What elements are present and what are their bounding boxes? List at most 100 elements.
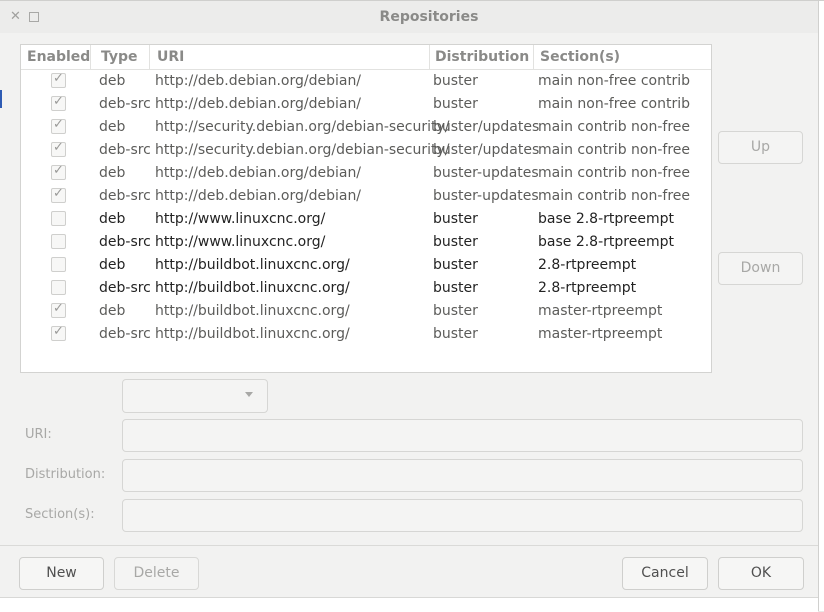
cell-uri: http://www.linuxcnc.org/	[155, 211, 326, 227]
type-combo[interactable]	[122, 379, 268, 413]
repository-list[interactable]: Enabled Type URI Distribution Section(s)…	[20, 44, 712, 373]
cell-type: deb	[99, 73, 126, 89]
table-row[interactable]: ✓ deb http://buildbot.linuxcnc.org/buster m…	[21, 300, 711, 323]
repositories-dialog: ✕ Repositories Enabled Type URI Distribu…	[0, 0, 824, 612]
cell-type: deb-src	[99, 234, 151, 250]
cell-uri: http://deb.debian.org/debian/	[155, 96, 362, 112]
enabled-checkbox[interactable]: ✓	[51, 117, 66, 134]
cell-uri: http://www.linuxcnc.org/	[155, 234, 326, 250]
cell-type: deb	[99, 257, 126, 273]
cell-distribution: buster	[433, 326, 478, 342]
cell-sections: 2.8-rtpreempt	[538, 257, 637, 273]
enabled-checkbox[interactable]: ✓	[51, 324, 66, 341]
enabled-checkbox[interactable]: ✓	[51, 71, 66, 88]
cell-type: deb-src	[99, 142, 151, 158]
cell-sections: base 2.8-rtpreempt	[538, 234, 674, 250]
table-row[interactable]: ✓ deb-src http://security.debian.org/debia…	[21, 139, 711, 162]
cell-distribution: buster	[433, 234, 478, 250]
header-distribution[interactable]: Distribution	[435, 49, 529, 67]
check-icon: ✓	[53, 117, 64, 132]
header-sections[interactable]: Section(s)	[540, 49, 620, 67]
enabled-checkbox[interactable]: ✓	[51, 186, 66, 203]
delete-button[interactable]: Delete	[114, 557, 199, 590]
cell-distribution: buster	[433, 73, 478, 89]
check-icon: ✓	[53, 94, 64, 109]
cell-sections: main non-free contrib	[538, 73, 691, 89]
cell-sections: main contrib non-free	[538, 188, 691, 204]
cell-distribution: buster	[433, 211, 478, 227]
enabled-checkbox[interactable]	[51, 211, 66, 226]
header-uri[interactable]: URI	[157, 49, 184, 67]
enabled-checkbox[interactable]: ✓	[51, 140, 66, 157]
title-bar: ✕ Repositories	[0, 1, 818, 33]
table-row[interactable]: deb http://www.linuxcnc.org/buster base 2.…	[21, 208, 711, 231]
cell-type: deb-src	[99, 280, 151, 296]
table-row[interactable]: ✓ deb-src http://deb.debian.org/debian/bus…	[21, 93, 711, 116]
cell-type: deb-src	[99, 188, 151, 204]
header-enabled[interactable]: Enabled	[27, 49, 90, 67]
down-button[interactable]: Down	[718, 252, 803, 285]
cell-sections: main contrib non-free	[538, 142, 691, 158]
up-button[interactable]: Up	[718, 131, 803, 164]
cell-uri: http://security.debian.org/debian-securi…	[155, 119, 450, 135]
ok-button[interactable]: OK	[718, 557, 804, 590]
distribution-label: Distribution:	[25, 467, 106, 482]
table-row[interactable]: ✓ deb http://deb.debian.org/debian/buster-…	[21, 162, 711, 185]
cell-uri: http://deb.debian.org/debian/	[155, 188, 362, 204]
cell-sections: 2.8-rtpreempt	[538, 280, 637, 296]
check-icon: ✓	[53, 71, 64, 86]
cell-type: deb-src	[99, 96, 151, 112]
cell-type: deb-src	[99, 326, 151, 342]
new-button[interactable]: New	[19, 557, 104, 590]
cell-sections: master-rtpreempt	[538, 326, 663, 342]
cell-type: deb	[99, 303, 126, 319]
table-row[interactable]: ✓ deb http://security.debian.org/debian-se…	[21, 116, 711, 139]
enabled-checkbox[interactable]	[51, 234, 66, 249]
table-row[interactable]: deb http://buildbot.linuxcnc.org/buster 2.…	[21, 254, 711, 277]
table-row[interactable]: ✓ deb-src http://buildbot.linuxcnc.org/bus…	[21, 323, 711, 346]
cell-sections: base 2.8-rtpreempt	[538, 211, 674, 227]
uri-field[interactable]	[122, 419, 803, 452]
table-row[interactable]: deb-src http://www.linuxcnc.org/buster bas…	[21, 231, 711, 254]
enabled-checkbox[interactable]: ✓	[51, 301, 66, 318]
cell-distribution: buster	[433, 303, 478, 319]
divider	[0, 545, 818, 546]
check-icon: ✓	[53, 186, 64, 201]
cell-sections: main non-free contrib	[538, 96, 691, 112]
background-window-edge-right	[818, 1, 824, 611]
sections-field[interactable]	[122, 499, 803, 532]
cell-sections: main contrib non-free	[538, 119, 691, 135]
cell-uri: http://buildbot.linuxcnc.org/	[155, 257, 350, 273]
cell-distribution: buster-updates	[433, 165, 539, 181]
cell-sections: main contrib non-free	[538, 165, 691, 181]
cell-type: deb	[99, 165, 126, 181]
cell-distribution: buster/updates	[433, 142, 540, 158]
chevron-down-icon	[245, 392, 253, 397]
cell-distribution: buster	[433, 96, 478, 112]
check-icon: ✓	[53, 301, 64, 316]
cell-distribution: buster	[433, 257, 478, 273]
check-icon: ✓	[53, 163, 64, 178]
sections-label: Section(s):	[25, 507, 95, 522]
table-row[interactable]: deb-src http://buildbot.linuxcnc.org/bust…	[21, 277, 711, 300]
cell-uri: http://deb.debian.org/debian/	[155, 165, 362, 181]
cell-type: deb	[99, 211, 126, 227]
table-row[interactable]: ✓ deb http://deb.debian.org/debian/buster m…	[21, 70, 711, 93]
cancel-button[interactable]: Cancel	[622, 557, 708, 590]
uri-label: URI:	[25, 427, 52, 442]
enabled-checkbox[interactable]: ✓	[51, 94, 66, 111]
background-window-edge	[0, 90, 2, 108]
enabled-checkbox[interactable]	[51, 257, 66, 272]
enabled-checkbox[interactable]	[51, 280, 66, 295]
cell-uri: http://security.debian.org/debian-securi…	[155, 142, 450, 158]
check-icon: ✓	[53, 140, 64, 155]
table-row[interactable]: ✓ deb-src http://deb.debian.org/debian/bus…	[21, 185, 711, 208]
distribution-field[interactable]	[122, 459, 803, 492]
header-type[interactable]: Type	[101, 49, 138, 67]
enabled-checkbox[interactable]: ✓	[51, 163, 66, 180]
list-header: Enabled Type URI Distribution Section(s)	[21, 45, 711, 70]
cell-type: deb	[99, 119, 126, 135]
cell-uri: http://buildbot.linuxcnc.org/	[155, 280, 350, 296]
cell-uri: http://buildbot.linuxcnc.org/	[155, 303, 350, 319]
cell-uri: http://buildbot.linuxcnc.org/	[155, 326, 350, 342]
